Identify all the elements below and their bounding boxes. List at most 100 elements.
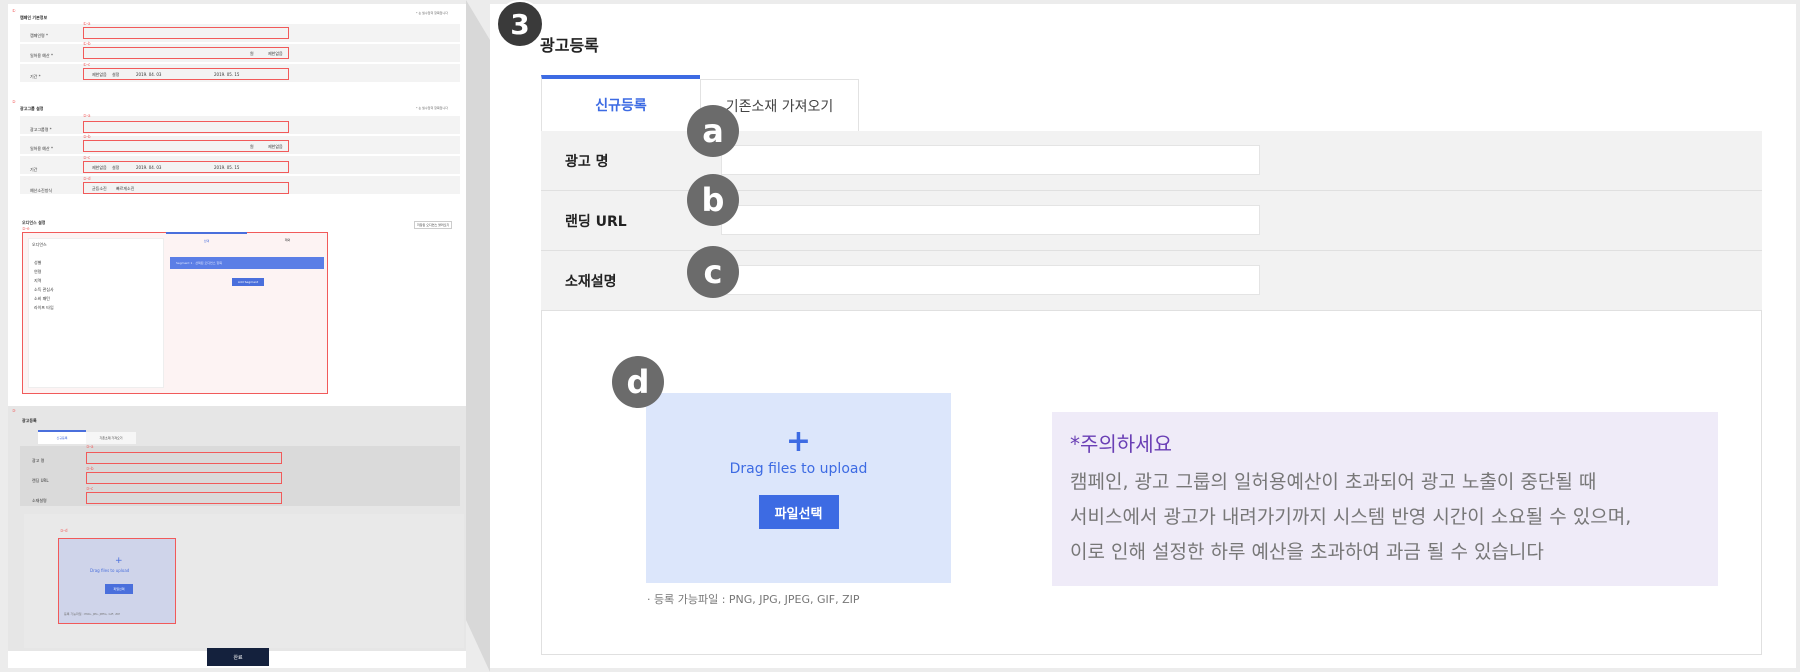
highlight-box — [86, 492, 282, 504]
ad-name-input[interactable] — [721, 145, 1260, 175]
field-label: 기간 * — [30, 74, 41, 79]
tab-label: 제외 — [284, 238, 291, 242]
zoom-connector — [466, 0, 490, 672]
tab-label: 기존소재 가져오기 — [725, 98, 834, 115]
add-segment-button[interactable]: Add Segment — [232, 278, 264, 286]
unit-label: 원 — [250, 144, 254, 149]
landing-url-input[interactable] — [721, 205, 1260, 235]
file-select-button[interactable]: 파일선택 — [758, 495, 839, 529]
done-button[interactable]: 완료 — [207, 648, 269, 666]
tab-existing[interactable]: 기존소재 가져오기 — [86, 432, 136, 444]
checkbox-label: 제한없음 — [268, 144, 283, 149]
section-number: ② — [12, 99, 16, 104]
date-value: 2019. 04. 03 — [136, 165, 162, 170]
tab-new[interactable]: 신규등록 — [38, 430, 86, 444]
drop-text: Drag files to upload — [90, 568, 130, 573]
field-label: 일허용 예산 * — [30, 53, 53, 58]
tag: ②-d — [83, 176, 91, 181]
highlight-box — [83, 121, 289, 133]
radio-label: 설정 — [112, 72, 120, 77]
tag: ①-c — [83, 62, 91, 67]
tag: ③-c — [86, 486, 94, 491]
description-label: 소재설명 — [565, 274, 617, 290]
dropzone-text: Drag files to upload — [729, 461, 868, 477]
tag: ③-b — [86, 466, 94, 471]
required-note: * 는 필수입력 항목입니다 — [416, 11, 448, 15]
description-input[interactable] — [721, 265, 1260, 295]
notice-line: 이로 인해 설정한 하루 예산을 초과하여 과금 될 수 있습니다 — [1070, 541, 1544, 563]
date-value: 2019. 05. 15 — [214, 72, 240, 77]
selected-segment[interactable]: Segment 1 · 선택된 오디언스 항목 — [170, 257, 324, 269]
audience-item[interactable]: 소득 관심사 — [34, 287, 54, 293]
field-label: 일허용 예산 * — [30, 146, 53, 151]
section-number: ③ — [12, 408, 16, 413]
tag: ②-b — [83, 134, 91, 139]
highlight-box — [83, 27, 289, 39]
field-label: 광고그룹명 * — [30, 127, 52, 132]
overview-panel: ① 캠페인 기본정보 * 는 필수입력 항목입니다 ①-a 캠페인명 * ①-b… — [8, 4, 466, 668]
audience-item[interactable]: 소비 패턴 — [34, 296, 50, 302]
notice-box: *주의하세요 캠페인, 광고 그룹의 일허용예산이 초과되어 광고 노출이 중단… — [1052, 412, 1718, 586]
audience-item[interactable]: 연령 — [34, 269, 41, 275]
field-label: 기간 — [30, 167, 38, 172]
file-dropzone[interactable]: + Drag files to upload 파일선택 — [646, 393, 951, 583]
marker-d: d — [612, 356, 664, 408]
section-title: 광고그룹 설정 — [20, 106, 44, 111]
notice-line: 캠페인, 광고 그룹의 일허용예산이 초과되어 광고 노출이 중단될 때 — [1070, 471, 1597, 493]
highlight-box — [86, 472, 282, 484]
allowed-file-types: · 등록 가능파일 : PNG, JPG, JPEG, GIF, ZIP — [647, 593, 860, 606]
radio-label: 설정 — [112, 165, 120, 170]
required-note: * 는 필수입력 항목입니다 — [416, 106, 448, 110]
audience-item[interactable]: 라이프 타입 — [34, 305, 54, 311]
notice-title: *주의하세요 — [1070, 432, 1172, 456]
tab-exclude[interactable]: 제외 — [247, 232, 328, 248]
field-label: 예산소진방식 — [30, 188, 53, 193]
highlight-box — [83, 47, 289, 59]
tag: ②-a — [83, 113, 91, 118]
marker-b: b — [687, 174, 739, 226]
section-title: 광고등록 — [22, 418, 37, 423]
tab-label: 기존소재 가져오기 — [99, 436, 123, 440]
highlight-box — [86, 452, 282, 464]
field-label: 캠페인명 * — [30, 33, 48, 38]
audience-list — [28, 238, 164, 388]
marker-a: a — [687, 105, 739, 157]
field-label: 랜딩 URL — [32, 478, 49, 483]
section-title: 캠페인 기본정보 — [20, 15, 48, 20]
step-badge: 3 — [496, 0, 544, 48]
plus-icon: + — [115, 556, 123, 566]
file-types: 등록 가능파일 : PNG, JPG, JPEG, GIF, ZIP — [64, 612, 121, 616]
ad-name-label: 광고 명 — [565, 154, 609, 170]
notice-line: 서비스에서 광고가 내려가기까지 시스템 반영 시간이 소요될 수 있으며, — [1070, 506, 1632, 528]
column-header: 오디언스 — [32, 242, 47, 247]
tab-include[interactable]: 선택 — [166, 232, 247, 248]
tab-label: 신규등록 — [595, 98, 647, 114]
tab-label: 선택 — [203, 239, 210, 243]
audience-item[interactable]: 지역 — [34, 278, 41, 284]
highlight-box — [83, 140, 289, 152]
field-label: 광고 명 — [32, 458, 45, 463]
date-value: 2019. 04. 03 — [136, 72, 162, 77]
radio-label: 제한없음 — [92, 72, 107, 77]
field-label: 소재설명 — [32, 498, 47, 503]
tag: ③-d — [60, 528, 68, 533]
tag: ③-a — [86, 444, 94, 449]
section-number: ① — [12, 8, 16, 13]
tag: ②-c — [83, 155, 91, 160]
highlight-box — [83, 182, 289, 194]
plus-icon: + — [785, 424, 812, 459]
page-title: 광고등록 — [540, 36, 599, 55]
landing-url-label: 랜딩 URL — [565, 214, 627, 230]
tag: ②-e — [22, 226, 30, 231]
audience-item[interactable]: 성별 — [34, 260, 41, 266]
file-select-button[interactable]: 파일선택 — [105, 584, 133, 594]
date-value: 2019. 05. 15 — [214, 165, 240, 170]
tag: ①-a — [83, 21, 91, 26]
tab-label: 신규등록 — [56, 436, 68, 440]
marker-c: c — [687, 246, 739, 298]
checkbox-label: 제한없음 — [268, 51, 283, 56]
tab-new-registration[interactable]: 신규등록 — [541, 75, 700, 131]
unit-label: 원 — [250, 51, 254, 56]
load-audience-button[interactable]: 저장된 오디언스 불러오기 — [414, 221, 453, 229]
radio-label: 제한없음 — [92, 165, 107, 170]
